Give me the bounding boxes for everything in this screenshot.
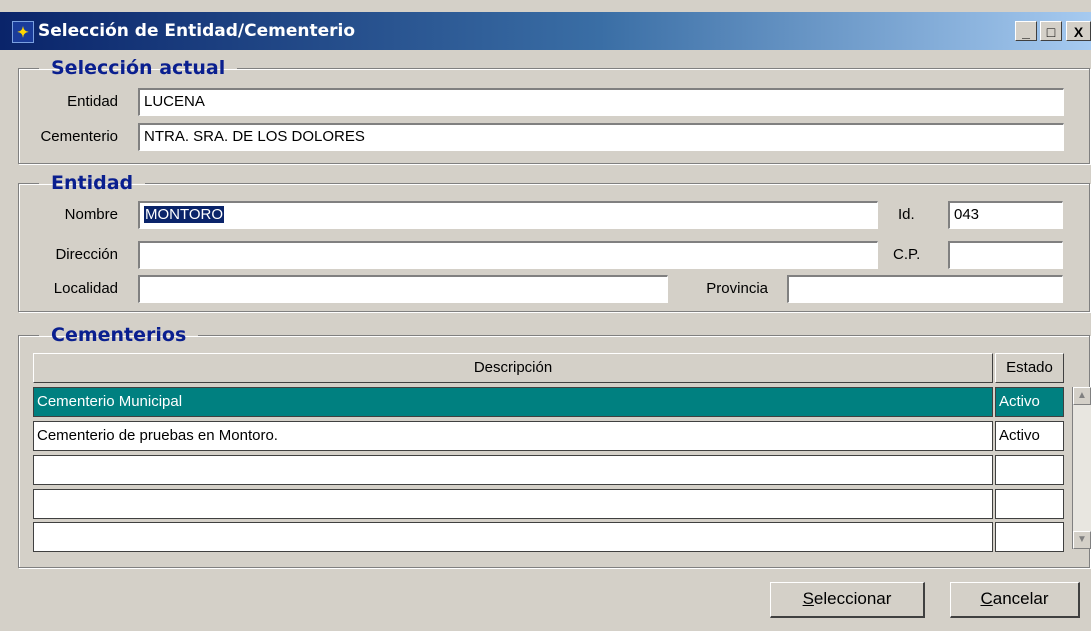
app-icon: ✦ (12, 21, 34, 43)
minimize-button[interactable]: _ (1015, 21, 1037, 41)
table-row-estado[interactable] (995, 455, 1064, 485)
localidad-label: Localidad (53, 280, 118, 297)
provincia-label: Provincia (706, 280, 768, 297)
localidad-field[interactable] (138, 275, 668, 303)
table-row-estado[interactable] (995, 489, 1064, 519)
cancelar-button[interactable]: Cancelar (950, 582, 1080, 618)
nombre-field[interactable]: MONTORO (138, 201, 878, 229)
entidad-label: Entidad (67, 93, 118, 110)
id-field[interactable]: 043 (948, 201, 1063, 229)
scroll-down-arrow-icon[interactable]: ▼ (1073, 531, 1091, 549)
table-row-estado[interactable]: Activo (995, 421, 1064, 451)
direccion-label: Dirección (55, 246, 118, 263)
seleccionar-accel: S (802, 589, 814, 608)
cancelar-accel: C (980, 589, 993, 608)
table-row-estado[interactable]: Activo (995, 387, 1064, 417)
seleccionar-label: eleccionar (813, 589, 892, 608)
table-row-descripcion[interactable]: Cementerio Municipal (33, 387, 993, 417)
nombre-selected-text: MONTORO (144, 206, 225, 223)
table-row-descripcion[interactable] (33, 455, 993, 485)
table-row-descripcion[interactable]: Cementerio de pruebas en Montoro. (33, 421, 993, 451)
close-button[interactable]: X (1066, 21, 1091, 41)
entidad-legend: Entidad (51, 172, 134, 194)
seleccionar-button[interactable]: Seleccionar (770, 582, 925, 618)
cementerio-label: Cementerio (40, 128, 118, 145)
scroll-up-arrow-icon[interactable]: ▲ (1073, 387, 1091, 405)
title-bar[interactable]: ✦ Selección de Entidad/Cementerio _ □ X (0, 12, 1091, 50)
cementerios-legend: Cementerios (51, 324, 187, 346)
column-header-estado[interactable]: Estado (995, 353, 1064, 383)
cp-label: C.P. (893, 246, 921, 263)
cancelar-label: ancelar (992, 589, 1049, 608)
window-title: Selección de Entidad/Cementerio (38, 21, 356, 41)
provincia-field[interactable] (787, 275, 1063, 303)
nombre-label: Nombre (64, 206, 118, 223)
cp-field[interactable] (948, 241, 1063, 269)
maximize-button[interactable]: □ (1040, 21, 1062, 41)
id-label: Id. (898, 206, 915, 223)
table-row-descripcion[interactable] (33, 489, 993, 519)
table-row-estado[interactable] (995, 522, 1064, 552)
table-row-descripcion[interactable] (33, 522, 993, 552)
direccion-field[interactable] (138, 241, 878, 269)
seleccion-actual-legend: Selección actual (51, 57, 226, 79)
current-entidad-field[interactable]: LUCENA (138, 88, 1064, 116)
column-header-descripcion[interactable]: Descripción (33, 353, 993, 383)
current-cementerio-field[interactable]: NTRA. SRA. DE LOS DOLORES (138, 123, 1064, 151)
table-scrollbar[interactable]: ▲ ▼ (1072, 387, 1091, 549)
